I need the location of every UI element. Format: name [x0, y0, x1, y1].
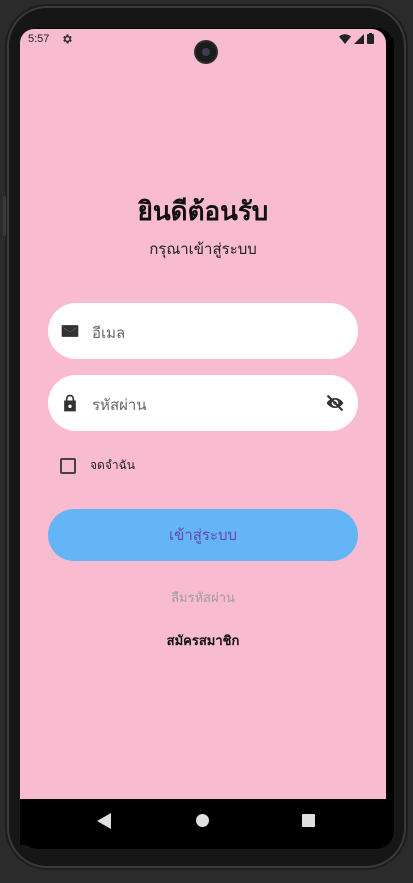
eye-off-icon[interactable]: [324, 393, 346, 413]
back-triangle-icon[interactable]: [97, 813, 111, 829]
forgot-password-link[interactable]: ลืมรหัสผ่าน: [20, 587, 386, 608]
register-link[interactable]: สมัครสมาชิก: [20, 630, 386, 651]
battery-icon: [367, 33, 374, 44]
email-placeholder: อีเมล: [92, 324, 126, 342]
signal-icon: [354, 33, 364, 44]
mail-icon: [61, 325, 79, 337]
remember-me-label: จดจำฉัน: [90, 458, 135, 472]
wifi-icon: [339, 33, 351, 44]
recents-square-icon[interactable]: [302, 814, 315, 827]
home-circle-icon[interactable]: [196, 814, 209, 827]
gear-icon: [63, 34, 72, 44]
lock-icon: [64, 394, 76, 412]
email-field[interactable]: อีเมล: [48, 303, 358, 359]
welcome-title: ยินดีต้อนรับ: [137, 197, 269, 227]
volume-button: [3, 196, 6, 236]
front-camera: [196, 42, 216, 62]
status-icons: [339, 33, 374, 44]
login-button[interactable]: เข้าสู่ระบบ: [48, 509, 358, 561]
remember-me-row[interactable]: จดจำฉัน: [60, 456, 135, 475]
password-placeholder: รหัสผ่าน: [92, 396, 147, 414]
remember-me-checkbox[interactable]: [60, 457, 76, 474]
status-time: 5:57: [28, 33, 50, 45]
app-screen: 5:57 ยินดีต้อนรับ กรุณาเข้าสู่ระบบ อีเมล: [20, 29, 386, 799]
login-subtitle: กรุณาเข้าสู่ระบบ: [149, 240, 257, 258]
password-field[interactable]: รหัสผ่าน: [48, 375, 358, 431]
navigation-bar: [20, 799, 386, 845]
